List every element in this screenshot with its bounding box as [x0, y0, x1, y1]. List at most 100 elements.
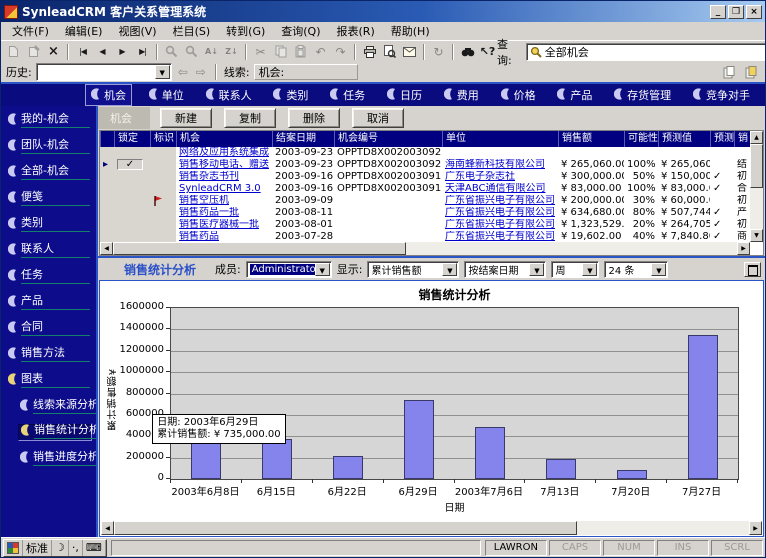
tab-item[interactable]: 存货管理 [609, 85, 676, 105]
grid-cell-unit[interactable]: 广东省振兴电子有限公司 [442, 195, 558, 207]
menu-item[interactable]: 编辑(E) [58, 22, 110, 40]
grid-cell-unit[interactable]: 广东省振兴电子有限公司 [442, 219, 558, 231]
sidebar-item[interactable]: 全部-机会 [6, 164, 92, 181]
next-record-icon[interactable]: ▶ [113, 43, 132, 61]
grid-horizontal-scrollbar[interactable]: ◀ ▶ [100, 242, 750, 255]
grid-action-button[interactable]: 删除 [288, 108, 340, 128]
table-row[interactable]: SynleadCRM 3.02003-09-16OPPTD8X002003091… [100, 183, 750, 195]
sidebar-item[interactable]: 联系人 [6, 242, 92, 259]
chart-bar[interactable] [617, 470, 647, 479]
grid-cell-opportunity[interactable]: 销售药品一批 [176, 207, 272, 219]
print-icon[interactable] [360, 43, 379, 61]
table-row[interactable]: 销售空压机2003-09-09广东省振兴电子有限公司¥ 200,000.0030… [100, 195, 750, 207]
grid-cell-unit[interactable]: 天津ABC通信有限公司 [442, 183, 558, 195]
close-button[interactable]: × [746, 5, 762, 19]
grid-action-button[interactable]: 新建 [160, 108, 212, 128]
tab-item[interactable]: 竞争对手 [688, 85, 755, 105]
sidebar-item[interactable]: 销售方法 [6, 346, 92, 363]
display-combobox[interactable]: 累计销售额 ▼ [367, 261, 459, 278]
grid-link[interactable]: 广东省振兴电子有限公司 [445, 207, 555, 218]
grid-cell-opportunity[interactable]: 销售移动电话、赠送 [176, 159, 272, 171]
link-doc-icon[interactable] [719, 63, 738, 81]
grid-link[interactable]: 销售医疗器械一批 [179, 219, 259, 230]
grid-cell-unit[interactable]: 广东省振兴电子有限公司 [442, 207, 558, 219]
tab-item[interactable]: 费用 [439, 85, 484, 105]
chart-horizontal-scrollbar[interactable]: ◀ ▶ [101, 521, 762, 535]
chart-scroll-right-icon[interactable]: ▶ [749, 521, 762, 535]
sidebar-item[interactable]: 合同 [6, 320, 92, 337]
chart-bar[interactable] [333, 456, 363, 480]
grid-header-cell[interactable]: 结案日期 [272, 131, 334, 147]
grid-link[interactable]: 天津ABC通信有限公司 [445, 183, 546, 194]
grid-action-button[interactable]: 复制 [224, 108, 276, 128]
menu-item[interactable]: 查询(Q) [274, 22, 327, 40]
grid-header-cell[interactable]: 预测值 [658, 131, 710, 147]
chart-bar[interactable] [546, 459, 576, 479]
count-dropdown-arrow[interactable]: ▼ [651, 263, 666, 276]
grid-cell-opportunity[interactable]: 销售药品 [176, 231, 272, 242]
find-icon[interactable] [458, 43, 477, 61]
ime-punctuation-icon[interactable]: ·, [69, 540, 83, 556]
sidebar-item[interactable]: 图表 [6, 372, 92, 389]
grid-link[interactable]: 销售空压机 [179, 195, 229, 206]
scroll-up-icon[interactable]: ▲ [750, 131, 763, 144]
last-record-icon[interactable]: ▶| [133, 43, 152, 61]
ime-logo-icon[interactable] [4, 540, 23, 556]
grid-header-cell[interactable]: 预测 [710, 131, 734, 147]
member-combobox[interactable]: Administrator ▼ [246, 261, 332, 278]
grid-link[interactable]: 销售杂志书刊 [179, 171, 239, 182]
grid-header-cell[interactable]: 机会 [176, 131, 272, 147]
grid-cell-unit[interactable]: 广东电子杂志社 [442, 171, 558, 183]
chart-bar[interactable] [404, 400, 434, 479]
sidebar-item[interactable]: 类别 [6, 216, 92, 233]
grid-header-cell[interactable]: 销 [734, 131, 750, 147]
group-by-combobox[interactable]: 按结案日期 ▼ [464, 261, 546, 278]
sidebar-item[interactable]: 任务 [6, 268, 92, 285]
grid-header-cell[interactable]: 销售额 [558, 131, 624, 147]
tab-item[interactable]: 单位 [144, 85, 189, 105]
period-combobox[interactable]: 周 ▼ [551, 261, 599, 278]
menu-item[interactable]: 视图(V) [111, 22, 163, 40]
panel-maximize-button[interactable] [744, 262, 761, 277]
table-row[interactable]: 网络及应用系统集成2003-09-23OPPTD8X0020030923001 [100, 147, 750, 159]
grid-link[interactable]: 销售移动电话、赠送 [179, 159, 269, 170]
tab-active[interactable]: 机会 [85, 84, 132, 106]
grid-header-cell[interactable]: 可能性 [624, 131, 658, 147]
table-row[interactable]: 销售药品一批2003-08-11广东省振兴电子有限公司¥ 634,680.008… [100, 207, 750, 219]
grid-vertical-scrollbar[interactable]: ▲ ▼ [750, 131, 763, 242]
grid-header-cell[interactable]: 机会编号 [334, 131, 442, 147]
print-preview-icon[interactable] [380, 43, 399, 61]
panel-tab-opportunity[interactable]: 机会 [98, 107, 150, 129]
grid-header-cell[interactable]: 锁定 [114, 131, 150, 147]
tab-item[interactable]: 任务 [325, 85, 370, 105]
grid-link[interactable]: 广东电子杂志社 [445, 171, 515, 182]
chart-scroll-left-icon[interactable]: ◀ [101, 521, 114, 535]
sidebar-item[interactable]: 我的-机会 [6, 112, 92, 129]
period-dropdown-arrow[interactable]: ▼ [582, 263, 597, 276]
group-by-dropdown-arrow[interactable]: ▼ [529, 263, 544, 276]
grid-cell-opportunity[interactable]: 网络及应用系统集成 [176, 147, 272, 159]
sidebar-item[interactable]: 团队-机会 [6, 138, 92, 155]
forward-icon[interactable]: ⇨ [194, 65, 208, 79]
sidebar-item[interactable]: 线索来源分析 [18, 398, 92, 415]
history-combobox[interactable]: ▼ [36, 63, 172, 81]
tab-item[interactable]: 日历 [382, 85, 427, 105]
grid-cell-unit[interactable] [442, 147, 558, 159]
grid-cell-opportunity[interactable]: 销售医疗器械一批 [176, 219, 272, 231]
minimize-button[interactable]: _ [710, 5, 726, 19]
query-combobox[interactable]: 全部机会 ▼ [526, 43, 766, 61]
scroll-left-icon[interactable]: ◀ [100, 242, 113, 255]
table-row[interactable]: 销售医疗器械一批2003-08-01广东省振兴电子有限公司¥ 1,323,529… [100, 219, 750, 231]
grid-link[interactable]: 网络及应用系统集成 [179, 147, 269, 158]
count-combobox[interactable]: 24 条 ▼ [604, 261, 668, 278]
grid-cell-opportunity[interactable]: 销售空压机 [176, 195, 272, 207]
table-row[interactable]: 销售药品2003-07-28广东省振兴电子有限公司¥ 19,602.0040%¥… [100, 231, 750, 242]
chart-bar[interactable] [688, 335, 718, 479]
sidebar-item[interactable]: 销售统计分析 [18, 424, 92, 441]
help-pointer-icon[interactable]: ↖? [478, 43, 497, 61]
grid-header-cell[interactable]: 单位 [442, 131, 558, 147]
tab-item[interactable]: 联系人 [201, 85, 257, 105]
tab-item[interactable]: 产品 [552, 85, 597, 105]
table-row[interactable]: ▸✓销售移动电话、赠送2003-09-23OPPTD8X002003092300… [100, 159, 750, 171]
sidebar-item[interactable]: 销售进度分析 [18, 450, 92, 467]
